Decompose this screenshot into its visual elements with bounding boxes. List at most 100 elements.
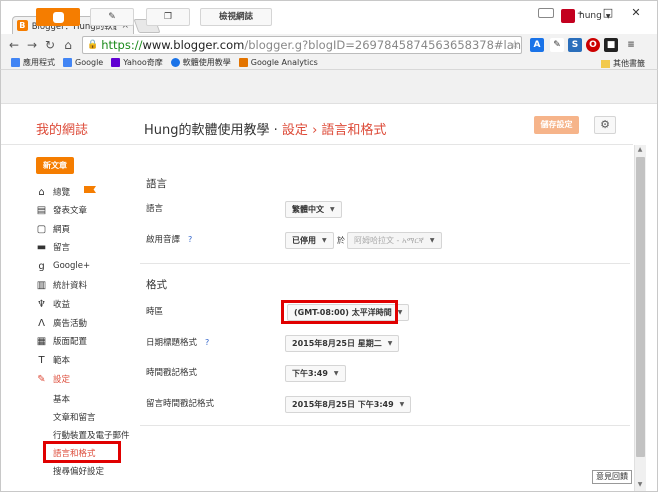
comment-timestamp-select[interactable]: 2015年8月25日 下午3:49 ▼ [285, 396, 412, 413]
s-extension-icon[interactable]: S [568, 38, 582, 52]
transliteration-language-select: 阿姆哈拉文 - አማርኛ ▼ [347, 232, 442, 249]
folder-icon [601, 59, 610, 68]
window-frame-bottom [0, 491, 658, 496]
reload-icon[interactable]: ↻ [42, 36, 58, 54]
format-section-title: 格式 [146, 279, 167, 291]
sidebar-item-comments[interactable]: ▬ 留言 [36, 240, 70, 254]
url-path: /blogger.g?blogID=2697845874563658378#la… [244, 38, 522, 52]
sidebar-item-campaigns[interactable]: Λ 廣告活動 [36, 316, 87, 330]
sidebar-item-earnings[interactable]: ♆ 收益 [36, 297, 70, 311]
sidebar-sub-posts-comments[interactable]: 文章和留言 [53, 411, 96, 423]
back-arrow-icon[interactable]: ← [6, 36, 22, 54]
language-select[interactable]: 繁體中文 ▼ [285, 201, 342, 218]
bookmark-star-icon[interactable]: ☆ [510, 38, 520, 51]
scroll-down-icon[interactable]: ▼ [634, 480, 646, 490]
sidebar-item-stats[interactable]: ▥ 統計資料 [36, 278, 87, 292]
forward-arrow-icon[interactable]: → [24, 36, 40, 54]
menu-icon[interactable]: ≡ [624, 38, 638, 52]
sidebar-item-google-plus[interactable]: g Google+ [36, 259, 90, 273]
chevron-down-icon: ▼ [429, 237, 435, 244]
layout-icon: ▦ [36, 335, 47, 347]
chevron-down-icon: ▼ [322, 237, 327, 244]
breadcrumb-settings[interactable]: 設定 [282, 123, 308, 138]
timestamp-select[interactable]: 下午3:49 ▼ [285, 365, 346, 382]
new-post-pencil-button[interactable]: ✎ [90, 8, 134, 26]
view-blog-button[interactable]: 檢視網誌 [200, 8, 272, 26]
help-icon[interactable]: ? [188, 235, 192, 244]
section-divider [140, 425, 630, 426]
blogger-home-button[interactable] [36, 8, 80, 26]
translate-extension-icon[interactable]: A [530, 38, 544, 52]
home-icon: ⌂ [38, 186, 45, 198]
bookmark-yahoo[interactable]: Yahoo奇摩 [111, 57, 163, 68]
sidebar-item-layout[interactable]: ▦ 版面配置 [36, 334, 87, 348]
posts-icon: ❐ [163, 12, 173, 22]
chevron-down-icon: ▼ [605, 12, 611, 20]
other-bookmarks[interactable]: 其他書籤 [601, 58, 645, 69]
my-blogs-link[interactable]: 我的網誌 [36, 119, 88, 138]
pages-icon: ▢ [36, 223, 47, 235]
apps-grid-icon [11, 58, 20, 67]
stats-icon: ▥ [36, 279, 47, 291]
sidebar-item-overview[interactable]: ⌂ 總覽 [36, 185, 70, 199]
bookmark-analytics[interactable]: Google Analytics [238, 58, 318, 67]
bookmark-software-tutorial[interactable]: 軟體使用教學 [170, 57, 231, 68]
analytics-icon [238, 58, 248, 67]
gear-icon[interactable]: ⚙ [594, 116, 616, 134]
url-scheme: https:// [101, 38, 143, 52]
sidebar-item-template[interactable]: T 範本 [36, 353, 70, 367]
posts-list-button[interactable]: ❐ [146, 8, 190, 26]
template-icon: T [38, 354, 45, 366]
trophy-icon: ♆ [37, 298, 46, 310]
adwords-icon: Λ [38, 317, 45, 329]
timezone-label: 時區 [146, 307, 164, 317]
new-post-button[interactable]: 新文章 [36, 157, 74, 174]
home-icon[interactable]: ⌂ [60, 36, 76, 54]
bookmark-apps[interactable]: 應用程式 [11, 57, 55, 68]
comment-timestamp-label: 留言時間戳記格式 [146, 399, 215, 409]
user-name: hung [579, 11, 602, 21]
save-settings-button[interactable]: 儲存設定 [534, 116, 579, 134]
posts-icon: ▤ [36, 204, 47, 216]
chevron-down-icon: ▼ [330, 206, 335, 213]
sidebar-item-settings[interactable]: ✎ 設定 [36, 372, 70, 386]
scroll-up-icon[interactable]: ▲ [634, 145, 646, 155]
date-header-label: 日期標題格式? [146, 338, 210, 348]
scrollbar-thumb[interactable] [636, 157, 645, 457]
blog-name: Hung的軟體使用教學 [144, 123, 270, 138]
url-host: www.blogger.com [142, 38, 245, 52]
chevron-down-icon: ▼ [399, 401, 405, 408]
feedback-button[interactable]: 意見回饋 [592, 470, 632, 484]
sidebar-sub-basic[interactable]: 基本 [53, 393, 70, 405]
eyedropper-extension-icon[interactable]: ✎ [550, 38, 564, 52]
pencil-icon: ✎ [108, 12, 116, 22]
sidebar-item-pages[interactable]: ▢ 網頁 [36, 222, 70, 236]
breadcrumb-chevron: › [307, 123, 322, 138]
breadcrumb-separator: · [269, 123, 282, 138]
help-icon[interactable]: ? [205, 338, 209, 347]
dark-extension-icon[interactable]: ■ [604, 38, 618, 52]
transliteration-select[interactable]: 已停用 ▼ [285, 232, 334, 249]
address-bar[interactable]: 🔒 https:// www.blogger.com /blogger.g?bl… [82, 36, 522, 54]
chevron-down-icon: ▼ [333, 370, 339, 377]
header-divider [1, 144, 633, 145]
window-user-icon[interactable] [538, 8, 554, 18]
opera-extension-icon[interactable]: O [586, 38, 600, 52]
blogger-favicon-icon: B [17, 20, 28, 31]
bookmark-google[interactable]: Google [63, 58, 103, 67]
close-window-button[interactable]: ✕ [626, 6, 646, 20]
sidebar-sub-mobile-email[interactable]: 行動裝置及電子郵件 [53, 429, 130, 441]
highlight-box-timezone [281, 300, 398, 324]
google-plus-icon: g [38, 260, 45, 272]
language-label: 語言 [146, 204, 164, 214]
date-header-select[interactable]: 2015年8月25日 星期二 ▼ [285, 335, 400, 352]
breadcrumb: Hung的軟體使用教學 · 設定 › 語言和格式 [144, 119, 386, 138]
transliteration-label: 啟用音譯? [146, 235, 193, 245]
sidebar-item-posts[interactable]: ▤ 發表文章 [36, 203, 87, 217]
bookmarks-bar: 應用程式 Google Yahoo奇摩 軟體使用教學 Google Analyt… [0, 56, 658, 70]
timestamp-label: 時間戳記格式 [146, 368, 198, 378]
sidebar-sub-search-preferences[interactable]: 搜尋偏好設定 [53, 465, 104, 477]
user-menu[interactable]: hung ▼ [561, 9, 610, 23]
language-section-title: 語言 [146, 178, 167, 190]
chevron-down-icon: ▼ [397, 309, 403, 316]
